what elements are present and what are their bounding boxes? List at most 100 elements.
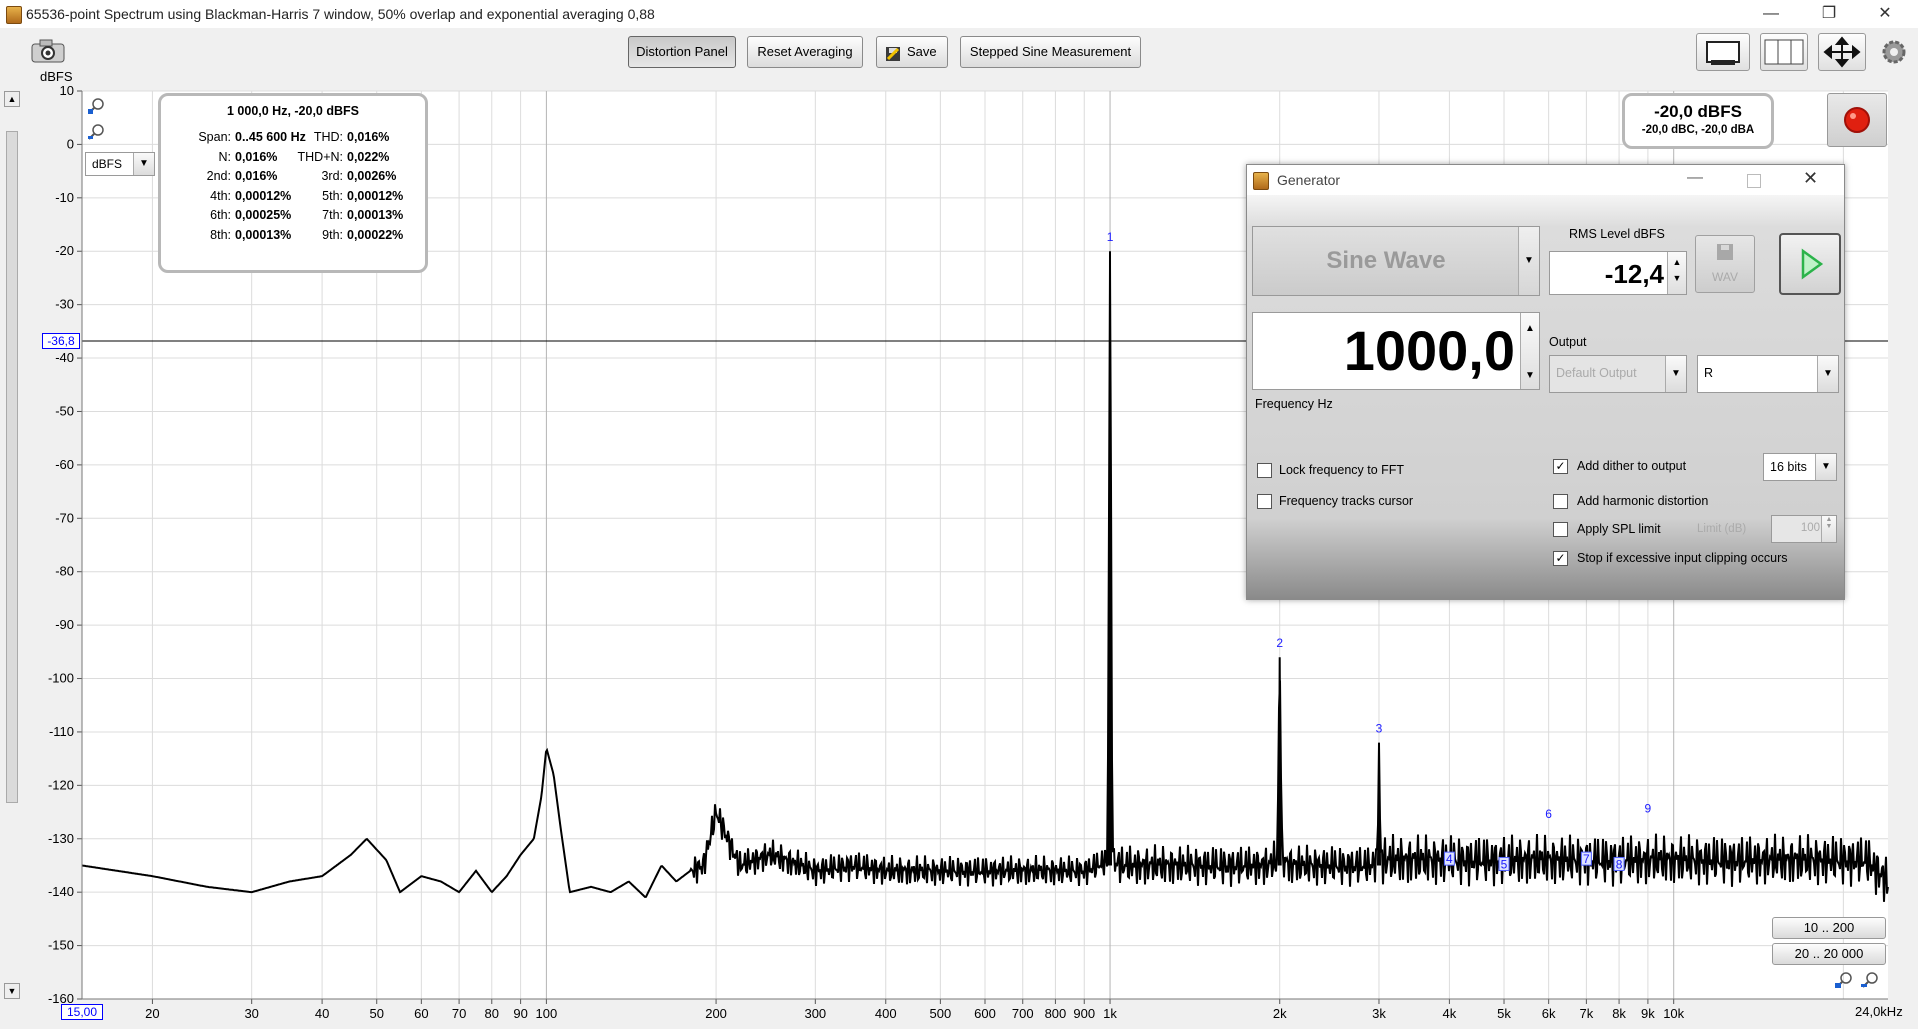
x-tick-label: 3k xyxy=(1372,1006,1386,1021)
y-tick-label: -20 xyxy=(55,243,74,258)
x-tick-label: 30 xyxy=(244,1006,258,1021)
close-icon[interactable]: ✕ xyxy=(1803,168,1818,189)
limit-field[interactable]: 100 ▲ ▼ xyxy=(1771,515,1837,543)
x-tick-label: 300 xyxy=(804,1006,826,1021)
chevron-down-icon[interactable]: ▼ xyxy=(1518,227,1539,295)
apply-spl-label: Apply SPL limit xyxy=(1577,522,1661,536)
spin-down-icon[interactable]: ▼ xyxy=(1668,273,1686,283)
y-tick-label: 10 xyxy=(60,83,74,98)
spin-up-icon[interactable]: ▲ xyxy=(1668,257,1686,267)
add-harmonic-label: Add harmonic distortion xyxy=(1577,494,1709,508)
x-tick-label: 10k xyxy=(1663,1006,1684,1021)
harmonic-marker-label: 2 xyxy=(1276,636,1283,650)
generator-title: Generator xyxy=(1277,172,1341,188)
y-tick-label: -100 xyxy=(48,671,74,686)
output-device-value: Default Output xyxy=(1556,366,1637,380)
x-tick-label: 5k xyxy=(1497,1006,1511,1021)
chevron-down-icon[interactable]: ▼ xyxy=(133,153,154,175)
generator-title-bar: Generator — ✕ xyxy=(1247,165,1844,195)
add-dither-label: Add dither to output xyxy=(1577,459,1687,473)
x-tick-label: 700 xyxy=(1012,1006,1034,1021)
harmonic-marker-label: 8 xyxy=(1616,857,1623,871)
add-dither-checkbox[interactable]: ✓ xyxy=(1553,459,1568,474)
zoom-in-y-icon[interactable] xyxy=(86,96,106,116)
chevron-down-icon[interactable]: ▼ xyxy=(1665,356,1686,392)
frequency-tracks-checkbox[interactable] xyxy=(1257,494,1272,509)
range-20-20000-button[interactable]: 20 .. 20 000 xyxy=(1772,943,1886,965)
metric-label: 6th: xyxy=(210,208,231,222)
spin-down-icon[interactable]: ▼ xyxy=(1521,370,1539,381)
add-harmonic-checkbox[interactable] xyxy=(1553,494,1568,509)
harmonic-marker-label: 3 xyxy=(1376,722,1383,736)
x-tick-label: 900 xyxy=(1073,1006,1095,1021)
play-button[interactable] xyxy=(1779,233,1841,295)
limit-spinner[interactable]: ▲ ▼ xyxy=(1821,516,1836,542)
x-tick-label: 400 xyxy=(875,1006,897,1021)
y-tick-label: -70 xyxy=(55,510,74,525)
spin-up-icon[interactable]: ▲ xyxy=(1521,323,1539,334)
frequency-tracks-label: Frequency tracks cursor xyxy=(1279,494,1414,508)
dither-bits-value: 16 bits xyxy=(1770,460,1807,474)
limit-value: 100 xyxy=(1800,522,1820,534)
cursor-level-label[interactable]: -36,8 xyxy=(42,332,80,349)
metric-value: 0,022% xyxy=(347,149,390,164)
app-icon xyxy=(1253,172,1269,190)
metric-value: 0,016% xyxy=(235,169,278,183)
x-tick-label: 7k xyxy=(1580,1006,1594,1021)
chevron-down-icon[interactable]: ▼ xyxy=(1817,356,1838,392)
rms-level-field[interactable]: -12,4 ▲ ▼ xyxy=(1549,251,1687,295)
rms-level-spinner[interactable]: ▲ ▼ xyxy=(1667,252,1686,294)
distortion-header: 1 000,0 Hz, -20,0 dBFS xyxy=(226,104,359,118)
x-tick-label: 100 xyxy=(536,1006,558,1021)
metric-value: 0,0026% xyxy=(347,169,397,183)
waveform-select[interactable]: Sine Wave ▼ xyxy=(1252,226,1540,296)
level-readout: -20,0 dBFS -20,0 dBC, -20,0 dBA xyxy=(1622,93,1774,149)
y-tick-label: -140 xyxy=(48,884,74,899)
x-tick-label: 8k xyxy=(1612,1006,1626,1021)
x-tick-label: 500 xyxy=(930,1006,952,1021)
record-icon xyxy=(1844,107,1870,133)
stop-clipping-checkbox[interactable]: ✓ xyxy=(1553,551,1568,566)
zoom-in-x-icon[interactable] xyxy=(1834,970,1854,990)
dither-bits-select[interactable]: 16 bits ▼ xyxy=(1763,453,1837,481)
x-start-label[interactable]: 15,00 xyxy=(61,1004,103,1020)
metric-label: N: xyxy=(218,149,232,164)
x-tick-label: 40 xyxy=(315,1006,329,1021)
y-tick-label: -50 xyxy=(55,403,74,418)
y-tick-label: -60 xyxy=(55,457,74,472)
x-tick-label: 4k xyxy=(1443,1006,1457,1021)
x-tick-label: 50 xyxy=(369,1006,383,1021)
x-tick-label: 200 xyxy=(705,1006,727,1021)
y-axis: 10 0 -10 -20 -30 -40 -50 -60 -70 -80 -90 -100 -110 -1… xyxy=(48,83,82,1006)
x-tick-label: 800 xyxy=(1045,1006,1067,1021)
maximize-icon[interactable] xyxy=(1747,174,1761,188)
x-tick-label: 60 xyxy=(414,1006,428,1021)
range-10-200-button[interactable]: 10 .. 200 xyxy=(1772,917,1886,939)
rms-level-value: -12,4 xyxy=(1604,259,1664,289)
harmonic-marker-label: 7 xyxy=(1583,852,1590,866)
minimize-icon[interactable]: — xyxy=(1687,169,1703,187)
y-tick-label: -90 xyxy=(55,617,74,632)
output-channel-value: R xyxy=(1704,366,1714,380)
zoom-out-x-icon[interactable] xyxy=(1860,970,1880,990)
output-channel-select[interactable]: R ▼ xyxy=(1697,355,1839,393)
unit-select-value: dBFS xyxy=(92,157,123,171)
chevron-down-icon[interactable]: ▼ xyxy=(1815,454,1836,480)
frequency-field[interactable]: 1000,0 ▲ ▼ xyxy=(1252,312,1540,390)
zoom-out-y-icon[interactable] xyxy=(86,122,106,142)
metric-label: 3rd: xyxy=(321,169,343,183)
unit-select[interactable]: dBFS ▼ xyxy=(85,152,155,176)
y-tick-label: -130 xyxy=(48,831,74,846)
lock-frequency-checkbox[interactable] xyxy=(1257,463,1272,478)
x-tick-label: 1k xyxy=(1103,1006,1117,1021)
output-device-select[interactable]: Default Output ▼ xyxy=(1549,355,1687,393)
y-tick-label: -120 xyxy=(48,777,74,792)
apply-spl-checkbox[interactable] xyxy=(1553,522,1568,537)
frequency-spinner[interactable]: ▲ ▼ xyxy=(1520,313,1539,389)
y-tick-label: -150 xyxy=(48,938,74,953)
stop-clipping-label: Stop if excessive input clipping occurs xyxy=(1577,551,1788,565)
lock-frequency-label: Lock frequency to FFT xyxy=(1279,463,1405,477)
generator-dialog: Generator — ✕ Sine Wave ▼ RMS Level dBFS… xyxy=(1246,164,1845,600)
wav-button[interactable]: WAV xyxy=(1695,235,1755,293)
record-button[interactable] xyxy=(1827,93,1887,147)
